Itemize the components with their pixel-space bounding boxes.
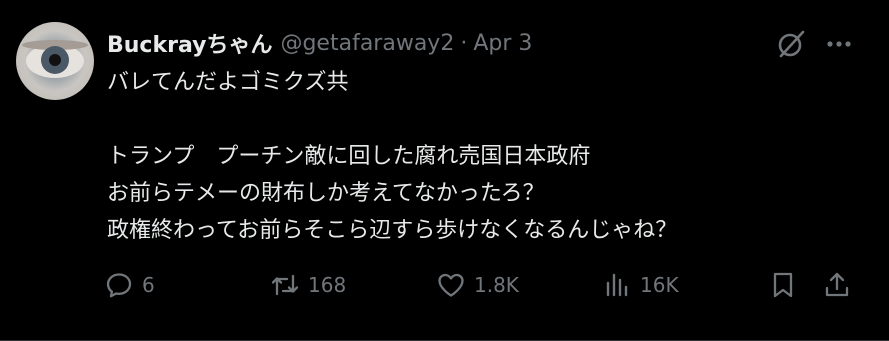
reply-icon — [106, 273, 132, 298]
like-count: 1.8K — [474, 273, 519, 297]
author-name[interactable]: Buckrayちゃん — [107, 27, 272, 59]
bookmark-icon — [773, 272, 793, 298]
share-button[interactable] — [822, 266, 852, 304]
share-icon — [825, 272, 849, 297]
separator-dot: · — [460, 30, 468, 56]
action-bar: 6 168 1.8K 16K — [104, 266, 864, 304]
avatar[interactable] — [16, 22, 94, 100]
heart-icon — [438, 273, 464, 297]
reply-count: 6 — [142, 273, 155, 297]
retweet-count: 168 — [308, 273, 347, 297]
tweet-date[interactable]: Apr 3 — [473, 31, 532, 56]
reply-button[interactable]: 6 — [104, 266, 155, 304]
view-count: 16K — [640, 273, 679, 297]
tweet-text: バレてんだよゴミクズ共 トランプ プーチン敵に回した腐れ売国日本政府 お前らテメ… — [107, 70, 678, 243]
retweet-icon — [271, 274, 299, 296]
tweet-header: Buckrayちゃん @getafaraway2 · Apr 3 — [107, 27, 532, 59]
views-button[interactable]: 16K — [602, 266, 679, 304]
grok-icon[interactable] — [775, 28, 807, 60]
bookmark-button[interactable] — [768, 266, 798, 304]
author-handle[interactable]: @getafaraway2 — [280, 31, 454, 56]
tweet[interactable]: Buckrayちゃん @getafaraway2 · Apr 3 バレてんだよゴ… — [0, 0, 889, 341]
retweet-button[interactable]: 168 — [270, 266, 346, 304]
like-button[interactable]: 1.8K — [436, 266, 519, 304]
more-icon[interactable] — [822, 28, 856, 60]
views-icon — [606, 273, 628, 297]
